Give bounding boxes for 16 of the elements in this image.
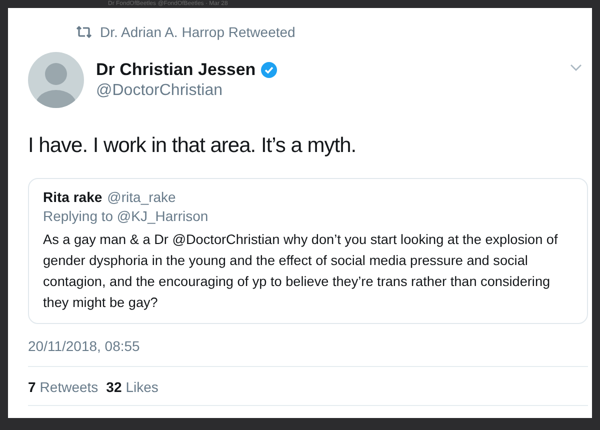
- stat-label[interactable]: Retweets: [40, 379, 98, 395]
- timestamp: 20/11/2018, 08:55: [28, 338, 141, 354]
- stat-count: 32: [106, 379, 122, 395]
- tweet-text: I have. I work in that area. It’s a myth.: [28, 134, 358, 158]
- quoted-author-handle: @rita_rake: [107, 189, 176, 205]
- stat-label[interactable]: Likes: [126, 379, 158, 395]
- quoted-tweet-text: As a gay man & a Dr @DoctorChristian why don’t you start looking at the explosion of gender dysphoria in the young and the effect of social media pressure and social contagion, and the encouraging of yp to believe they’re trans rather than considering they might be gay?: [43, 231, 559, 312]
- replying-to: Replying to @KJ_Harrison: [43, 208, 210, 224]
- author-handle[interactable]: @DoctorChristian: [96, 82, 558, 100]
- retweet-icon: [76, 26, 92, 38]
- quoted-tweet[interactable]: [28, 178, 588, 324]
- author-name[interactable]: Dr Christian Jessen: [96, 60, 256, 80]
- chevron-down-icon[interactable]: [570, 64, 582, 72]
- stat-count: 7: [28, 379, 36, 395]
- quoted-author-name: Rita rake: [43, 189, 102, 205]
- retweet-context: Dr. Adrian A. Harrop Retweeted: [100, 24, 296, 40]
